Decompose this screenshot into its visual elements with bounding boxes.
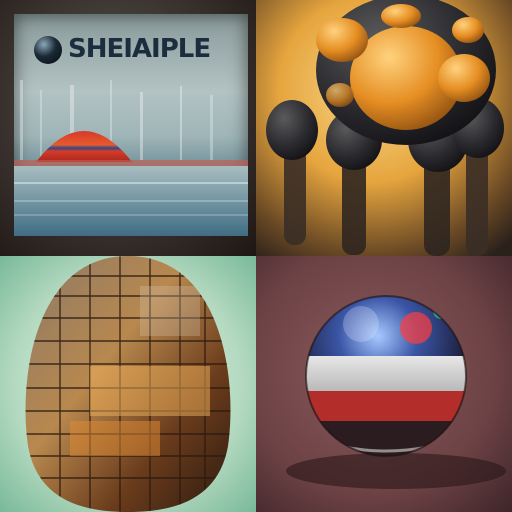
image-grid: SHEIAIPLE [0,0,512,512]
tile-bottom-right [256,256,512,512]
glossy-sphere [256,256,512,512]
red-dome [36,131,132,162]
egg-structure [0,256,256,512]
tile-top-left: SHEIAIPLE [0,0,256,256]
logo-orb-icon [34,36,62,64]
tile-top-right [256,0,512,256]
poster-title: SHEIAIPLE [68,34,211,64]
tile-bottom-left [0,256,256,512]
sphere-creature [256,0,512,256]
